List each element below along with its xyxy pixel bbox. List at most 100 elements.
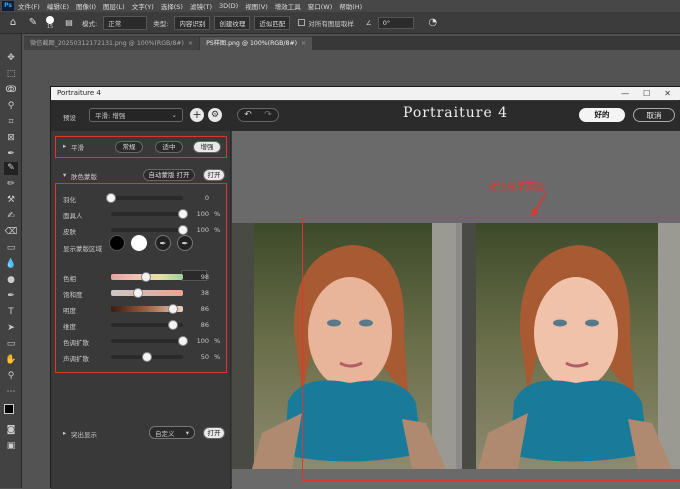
chevron-down-icon: ▾ <box>185 428 189 437</box>
section-arrow-icon[interactable]: ▸ <box>63 429 66 437</box>
angle-input[interactable]: 0° <box>377 16 414 29</box>
more-tools-icon[interactable]: ⋯ <box>4 386 18 399</box>
brush-settings-icon[interactable]: ▤ <box>62 16 76 30</box>
pen-tool-icon[interactable]: ✒ <box>4 290 18 303</box>
mask-color-black-swatch[interactable] <box>109 235 125 251</box>
menu-edit[interactable]: 编辑(E) <box>47 1 69 11</box>
tone-slider-handle[interactable] <box>133 288 144 298</box>
pressure-icon[interactable]: ◔ <box>426 16 440 30</box>
tone-slider-handle[interactable] <box>178 336 188 346</box>
section-arrow-icon[interactable]: ▸ <box>63 142 66 150</box>
minimize-icon[interactable]: — <box>621 87 629 100</box>
menu-3d[interactable]: 3D(D) <box>219 2 238 10</box>
quick-select-tool-icon[interactable]: ⚲ <box>4 100 18 113</box>
frame-tool-icon[interactable]: ⊠ <box>4 132 18 145</box>
tone-slider-track[interactable] <box>111 339 183 343</box>
redo-icon[interactable]: ↷ <box>264 110 272 120</box>
gradient-tool-icon[interactable]: ▭ <box>4 242 18 255</box>
menu-image[interactable]: 图像(I) <box>76 1 96 11</box>
highlight-dropdown[interactable]: 自定义 ▾ <box>149 426 195 439</box>
highlight-open-button[interactable]: 打开 <box>203 427 225 439</box>
marquee-tool-icon[interactable]: ⬚ <box>4 68 18 81</box>
crop-tool-icon[interactable]: ⌗ <box>4 116 18 129</box>
history-brush-tool-icon[interactable]: ✍ <box>4 210 18 223</box>
undo-redo-group: ↶ ↷ <box>237 108 279 122</box>
skin-slider-track[interactable] <box>111 228 183 232</box>
brush-preset-picker[interactable]: 15 <box>46 15 54 30</box>
type-content-aware-button[interactable]: 内容识别 <box>174 15 211 30</box>
type-proximity-match-button[interactable]: 近似匹配 <box>254 15 291 30</box>
quick-mask-icon[interactable]: ◙ <box>4 424 18 437</box>
menu-file[interactable]: 文件(F) <box>18 1 40 11</box>
path-select-tool-icon[interactable]: ➤ <box>4 322 18 335</box>
settings-panel: ▸ 平滑 常规 适中 增强 ▾ 肤色蒙版 自动蒙版 打开 打开 羽化 0 面具人 10… <box>51 131 231 489</box>
ok-button[interactable]: 好的 <box>579 108 625 122</box>
gear-icon[interactable]: ⚙ <box>208 108 222 122</box>
menu-select[interactable]: 选择(S) <box>161 1 183 11</box>
menu-help[interactable]: 帮助(H) <box>339 1 362 11</box>
sample-all-checkbox[interactable] <box>298 19 306 26</box>
tab-document-2[interactable]: PS样图.png @ 100%(RGB/8#) × <box>200 37 313 50</box>
clone-stamp-tool-icon[interactable]: ⚒ <box>4 194 18 207</box>
tone-slider-handle[interactable] <box>167 320 178 330</box>
close-icon[interactable]: × <box>188 40 193 47</box>
photoshop-logo-icon: Ps <box>2 1 14 11</box>
eraser-tool-icon[interactable]: ⌫ <box>4 226 18 239</box>
blur-tool-icon[interactable]: 💧 <box>4 258 18 271</box>
mask-color-white-swatch[interactable] <box>131 235 147 251</box>
healing-brush-tool-icon[interactable]: ✎ <box>4 162 18 175</box>
section-arrow-down-icon[interactable]: ▾ <box>63 171 66 179</box>
menu-window[interactable]: 窗口(W) <box>308 1 333 11</box>
skin-mask-open-button[interactable]: 打开 <box>203 169 225 181</box>
tone-slider-handle[interactable] <box>142 352 152 362</box>
tone-slider-row: 明度 86 <box>63 303 223 315</box>
skin-slider-handle[interactable] <box>178 209 188 219</box>
eyedropper-plus-icon[interactable]: ✒ <box>177 235 193 251</box>
tone-slider-track[interactable] <box>111 290 183 296</box>
undo-icon[interactable]: ↶ <box>244 110 252 120</box>
skin-slider-handle[interactable] <box>178 225 188 235</box>
skin-slider-track[interactable] <box>111 196 183 200</box>
tab-document-1[interactable]: 微信截图_20250312172131.png @ 100%(RGB/8#) × <box>24 37 200 50</box>
hand-tool-icon[interactable]: ✋ <box>4 354 18 367</box>
eyedropper-tool-icon[interactable]: ✒ <box>4 148 18 161</box>
maximize-icon[interactable]: ☐ <box>643 87 650 100</box>
screen-mode-icon[interactable]: ▣ <box>4 440 18 453</box>
menu-filter[interactable]: 滤镜(T) <box>190 1 212 11</box>
move-tool-icon[interactable]: ✥ <box>4 52 18 65</box>
tone-slider-handle[interactable] <box>141 272 152 282</box>
close-icon[interactable]: × <box>301 40 306 47</box>
menu-plugins[interactable]: 增效工具 <box>275 1 301 11</box>
smoothing-option-medium[interactable]: 适中 <box>155 141 183 153</box>
shape-tool-icon[interactable]: ▭ <box>4 338 18 351</box>
add-preset-icon[interactable]: + <box>190 108 204 122</box>
window-controls: — ☐ ✕ <box>621 87 671 100</box>
menu-view[interactable]: 视图(V) <box>245 1 268 11</box>
menu-layer[interactable]: 图层(L) <box>103 1 125 11</box>
dodge-tool-icon[interactable]: ● <box>4 274 18 287</box>
brush-size: 15 <box>46 23 54 30</box>
cancel-button[interactable]: 取消 <box>633 108 675 122</box>
mode-label: 模式: <box>82 19 98 28</box>
tone-slider-value: 50 <box>200 353 209 361</box>
skin-slider-track[interactable] <box>111 212 183 216</box>
home-icon[interactable]: ⌂ <box>6 16 20 30</box>
smoothing-option-enhanced[interactable]: 增强 <box>193 141 221 153</box>
auto-mask-button[interactable]: 自动蒙版 打开 <box>143 169 195 181</box>
tone-slider-handle[interactable] <box>167 304 178 314</box>
tone-slider-row: 色相 98 <box>63 271 223 283</box>
type-create-texture-button[interactable]: 创建纹理 <box>214 15 251 30</box>
menu-type[interactable]: 文字(Y) <box>132 1 154 11</box>
foreground-color-swatch[interactable] <box>4 404 14 414</box>
skin-slider-handle[interactable] <box>106 193 116 203</box>
preset-select[interactable]: 平滑: 增强 ⌄ <box>89 108 183 122</box>
type-tool-icon[interactable]: T <box>4 306 18 319</box>
zoom-tool-icon[interactable]: ⚲ <box>4 370 18 383</box>
lasso-tool-icon[interactable]: ↂ <box>4 84 18 97</box>
smoothing-option-normal[interactable]: 常规 <box>115 141 143 153</box>
eyedropper-icon[interactable]: ✒ <box>155 235 171 251</box>
healing-brush-icon[interactable]: ✎ <box>26 16 40 30</box>
mode-select[interactable]: 正常 <box>103 15 148 30</box>
brush-tool-icon[interactable]: ✏ <box>4 178 18 191</box>
close-icon[interactable]: ✕ <box>664 87 671 100</box>
